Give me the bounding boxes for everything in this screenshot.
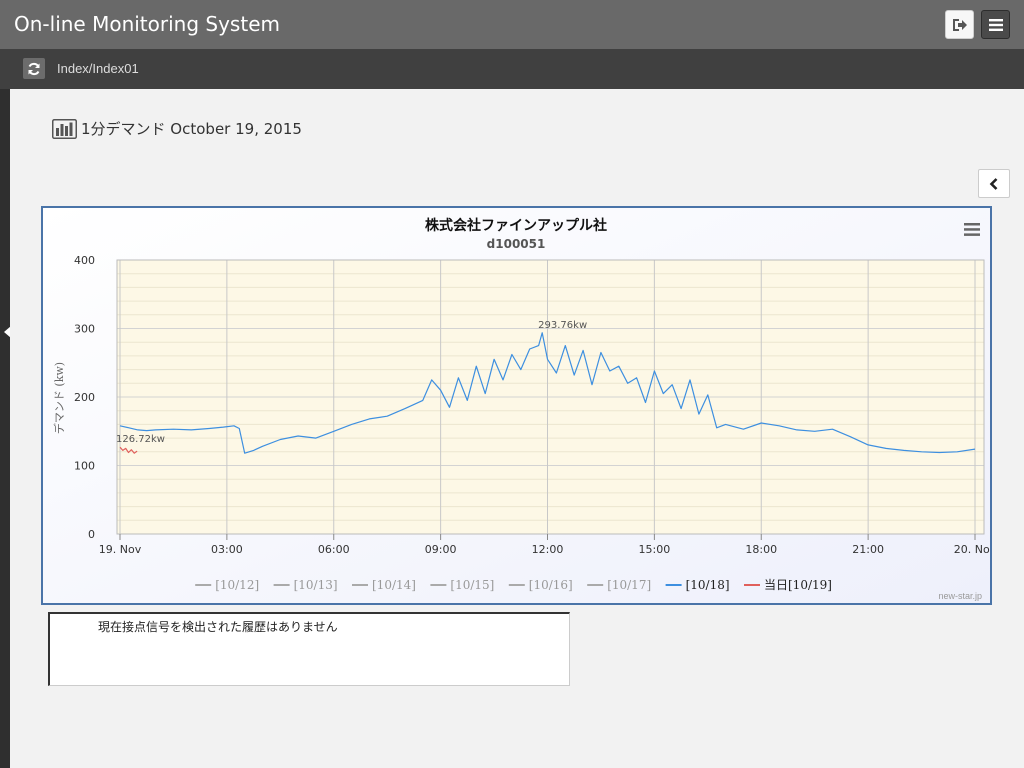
refresh-icon bbox=[28, 62, 40, 75]
x-tick-label: 20. Nov bbox=[954, 543, 990, 556]
x-tick-label: 21:00 bbox=[852, 543, 884, 556]
legend-item[interactable]: [10/18] bbox=[686, 578, 730, 592]
y-axis-label: デマンド (kw) bbox=[52, 362, 66, 434]
logout-button[interactable] bbox=[945, 10, 974, 39]
legend-item[interactable]: [10/14] bbox=[372, 578, 416, 592]
x-tick-label: 19. Nov bbox=[99, 543, 142, 556]
y-tick-label: 300 bbox=[74, 323, 95, 336]
sign-out-icon bbox=[952, 18, 967, 31]
legend-item[interactable]: [10/16] bbox=[529, 578, 573, 592]
hamburger-icon bbox=[964, 222, 980, 236]
bar-chart-icon bbox=[52, 118, 77, 139]
legend-item[interactable]: [10/17] bbox=[607, 578, 651, 592]
top-header: On-line Monitoring System bbox=[0, 0, 1024, 49]
contact-log-message: 現在接点信号を検出された履歴はありません bbox=[98, 620, 338, 634]
x-tick-label: 15:00 bbox=[639, 543, 671, 556]
collapse-panel-button[interactable] bbox=[978, 169, 1010, 198]
main-menu-button[interactable] bbox=[981, 10, 1010, 39]
data-label: 126.72kw bbox=[116, 434, 165, 445]
y-tick-label: 200 bbox=[74, 391, 95, 404]
data-label: 293.76kw bbox=[538, 320, 587, 331]
legend-item[interactable]: [10/15] bbox=[450, 578, 494, 592]
chart-context-menu-button[interactable] bbox=[961, 220, 983, 238]
app-title: On-line Monitoring System bbox=[14, 12, 280, 36]
y-tick-label: 100 bbox=[74, 460, 95, 473]
x-tick-label: 18:00 bbox=[745, 543, 777, 556]
refresh-button[interactable] bbox=[23, 58, 45, 79]
main-content: 1分デマンド October 19, 2015 293.76kw 126.72kw… bbox=[10, 89, 1024, 768]
x-tick-label: 12:00 bbox=[532, 543, 564, 556]
contact-signal-log: 現在接点信号を検出された履歴はありません bbox=[48, 612, 570, 686]
demand-chart-panel: 293.76kw 126.72kw 株式会社ファインアップル社 d100051 0… bbox=[41, 206, 992, 605]
legend-item[interactable]: 当日[10/19] bbox=[764, 578, 832, 592]
y-tick-label: 400 bbox=[74, 254, 95, 267]
chart-title: 株式会社ファインアップル社 bbox=[425, 217, 607, 234]
page-heading-text: 1分デマンド October 19, 2015 bbox=[81, 120, 302, 138]
x-tick-label: 09:00 bbox=[425, 543, 457, 556]
demand-chart: 293.76kw 126.72kw 株式会社ファインアップル社 d100051 0… bbox=[43, 208, 990, 603]
page-heading: 1分デマンド October 19, 2015 bbox=[52, 118, 302, 139]
x-tick-label: 03:00 bbox=[211, 543, 243, 556]
legend-item[interactable]: [10/12] bbox=[215, 578, 259, 592]
x-tick-label: 06:00 bbox=[318, 543, 350, 556]
y-tick-label: 0 bbox=[88, 528, 95, 541]
sidebar-collapsed[interactable] bbox=[0, 89, 11, 768]
chevron-left-icon bbox=[989, 177, 998, 190]
breadcrumb[interactable]: Index/Index01 bbox=[57, 61, 139, 76]
legend-item[interactable]: [10/13] bbox=[294, 578, 338, 592]
chart-credit-link[interactable]: new-star.jp bbox=[938, 591, 982, 601]
breadcrumb-bar: Index/Index01 bbox=[0, 49, 1024, 89]
chart-subtitle: d100051 bbox=[487, 237, 546, 251]
hamburger-icon bbox=[988, 18, 1003, 31]
